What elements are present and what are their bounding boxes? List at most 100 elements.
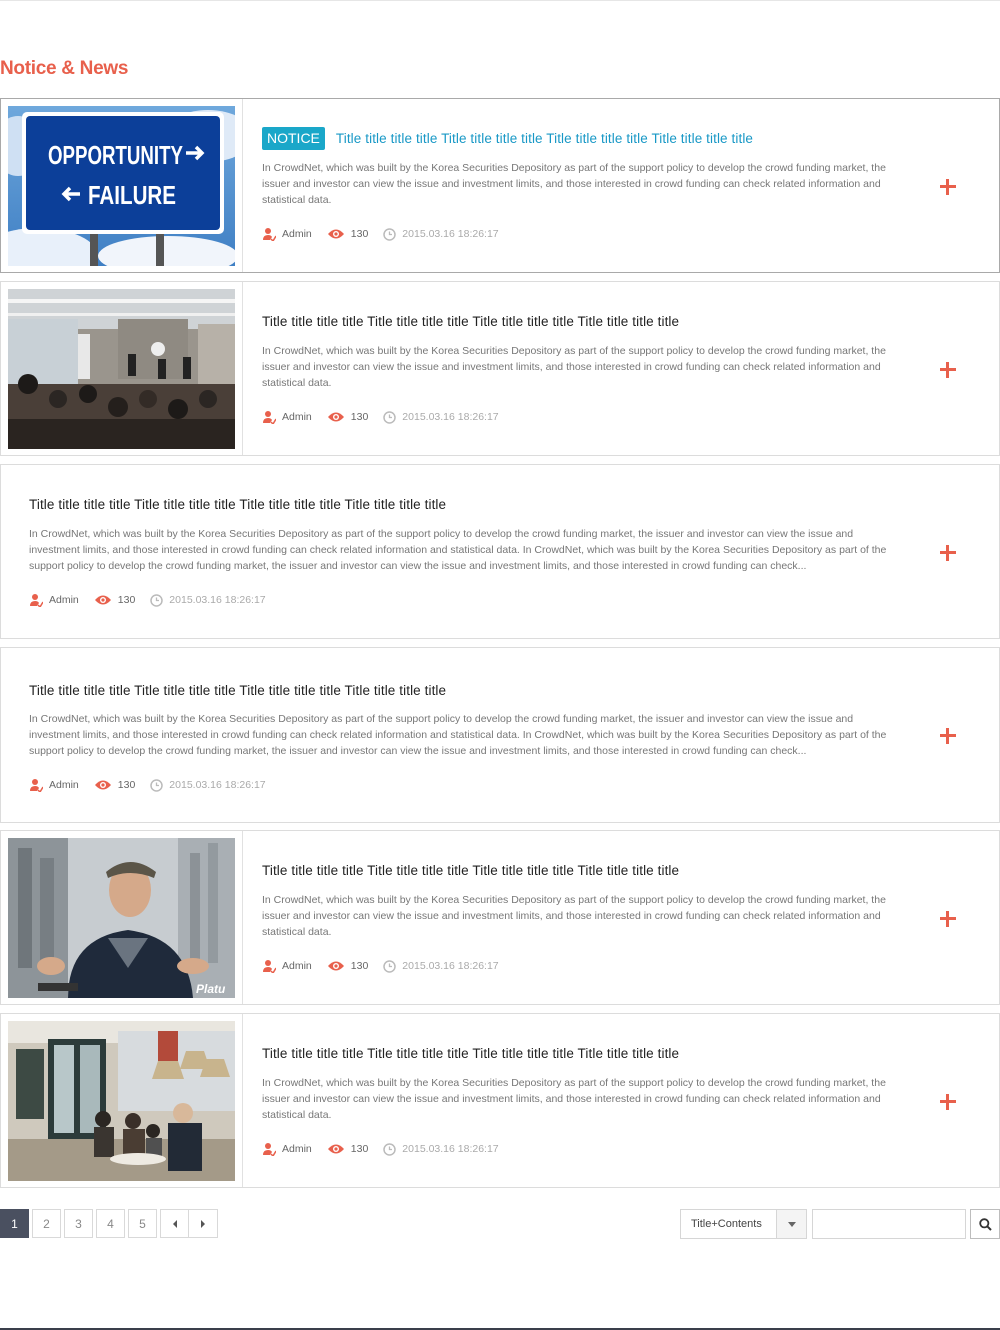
user-icon [30, 594, 43, 607]
post-author: Admin [282, 411, 312, 423]
cafe-meeting-image [8, 1021, 235, 1181]
post-title-row[interactable]: Title title title title Title title titl… [262, 1041, 679, 1065]
post-card[interactable]: Title title title title Title title titl… [0, 647, 1000, 823]
post-title[interactable]: Title title title title Title title titl… [29, 683, 446, 698]
post-description: In CrowdNet, which was built by the Kore… [262, 162, 886, 206]
post-title[interactable]: Title title title title Title title titl… [262, 314, 679, 329]
post-description: In CrowdNet, which was built by the Kore… [262, 345, 886, 389]
chevron-down-icon[interactable] [776, 1210, 806, 1238]
conference-image [8, 289, 235, 449]
post-title-row[interactable]: Title title title title Title title titl… [262, 858, 679, 882]
pagination: 1 2 3 4 5 [0, 1209, 218, 1238]
post-description: In CrowdNet, which was built by the Kore… [262, 1077, 886, 1121]
road-sign-text-bottom: FAILURE [88, 180, 176, 210]
top-divider [0, 0, 1000, 1]
interview-image: Platu [8, 838, 235, 998]
plus-icon[interactable] [940, 179, 956, 195]
page-button-5[interactable]: 5 [128, 1209, 157, 1238]
post-views: 130 [350, 228, 369, 240]
user-icon [263, 960, 276, 973]
post-meta: Admin 130 2015.03.16 18:26:17 [262, 959, 514, 973]
user-icon [263, 1143, 276, 1156]
plus-icon[interactable] [940, 545, 956, 561]
thumbnail-divider [242, 282, 243, 455]
post-author: Admin [282, 228, 312, 240]
post-title[interactable]: Title title title title Title title titl… [29, 497, 446, 512]
next-page-button[interactable] [189, 1209, 218, 1238]
post-meta: Admin 130 2015.03.16 18:26:17 [262, 1142, 514, 1156]
post-title[interactable]: Title title title title Title title titl… [336, 131, 753, 146]
user-icon [30, 779, 43, 792]
post-author: Admin [49, 779, 79, 791]
search-filter-select[interactable]: Title+Contents [680, 1209, 807, 1239]
plus-icon[interactable] [940, 362, 956, 378]
prev-page-button[interactable] [160, 1209, 189, 1238]
clock-icon [150, 593, 164, 607]
plus-icon[interactable] [940, 911, 956, 927]
page-button-4[interactable]: 4 [96, 1209, 125, 1238]
post-title-row[interactable]: Title title title title Title title titl… [29, 678, 446, 702]
post-title-row[interactable]: Title title title title Title title titl… [29, 492, 446, 516]
clock-icon [383, 959, 397, 973]
plus-icon[interactable] [940, 1094, 956, 1110]
post-title-row[interactable]: Title title title title Title title titl… [262, 309, 679, 333]
page-button-3[interactable]: 3 [64, 1209, 93, 1238]
post-views: 130 [117, 779, 136, 791]
post-card[interactable]: Platu Title title title title Title titl… [0, 830, 1000, 1005]
search-filter-value: Title+Contents [691, 1218, 762, 1230]
post-description: In CrowdNet, which was built by the Kore… [29, 713, 887, 757]
thumbnail-divider [242, 831, 243, 1004]
post-meta: Admin 130 2015.03.16 18:26:17 [29, 593, 281, 607]
post-card[interactable]: Title title title title Title title titl… [0, 281, 1000, 456]
post-views: 130 [350, 960, 369, 972]
post-title[interactable]: Title title title title Title title titl… [262, 863, 679, 878]
clock-icon [383, 227, 397, 241]
post-meta: Admin 130 2015.03.16 18:26:17 [29, 778, 281, 792]
post-description: In CrowdNet, which was built by the Kore… [29, 528, 887, 572]
post-author: Admin [49, 594, 79, 606]
road-sign-text-top: OPPORTUNITY [48, 140, 183, 170]
notice-badge: NOTICE [262, 126, 325, 150]
user-icon [263, 228, 276, 241]
search-input[interactable] [812, 1209, 966, 1239]
post-description: In CrowdNet, which was built by the Kore… [262, 894, 886, 938]
post-date: 2015.03.16 18:26:17 [169, 779, 266, 791]
post-card[interactable]: Title title title title Title title titl… [0, 464, 1000, 639]
eye-icon [94, 780, 111, 790]
post-thumbnail[interactable] [8, 1021, 235, 1181]
post-date: 2015.03.16 18:26:17 [402, 1143, 499, 1155]
eye-icon [327, 412, 344, 422]
post-author: Admin [282, 1143, 312, 1155]
post-thumbnail[interactable] [8, 289, 235, 449]
eye-icon [327, 1144, 344, 1154]
user-icon [263, 411, 276, 424]
search-button[interactable] [970, 1209, 1000, 1239]
caret-left-icon [172, 1219, 177, 1228]
clock-icon [150, 778, 164, 792]
post-author: Admin [282, 960, 312, 972]
road-sign-image: OPPORTUNITY FAILURE [8, 106, 235, 266]
post-thumbnail[interactable]: Platu [8, 838, 235, 998]
thumbnail-divider [242, 99, 243, 272]
caret-right-icon [201, 1219, 205, 1228]
post-date: 2015.03.16 18:26:17 [402, 228, 499, 240]
clock-icon [383, 1142, 397, 1156]
post-card[interactable]: OPPORTUNITY FAILURE NOTICE Title title t… [0, 98, 1000, 273]
post-thumbnail[interactable]: OPPORTUNITY FAILURE [8, 106, 235, 266]
eye-icon [327, 961, 344, 971]
eye-icon [94, 595, 111, 605]
page-button-1[interactable]: 1 [0, 1209, 29, 1238]
page-button-2[interactable]: 2 [32, 1209, 61, 1238]
post-date: 2015.03.16 18:26:17 [402, 960, 499, 972]
clock-icon [383, 410, 397, 424]
post-views: 130 [117, 594, 136, 606]
post-card[interactable]: Title title title title Title title titl… [0, 1013, 1000, 1188]
plus-icon[interactable] [940, 728, 956, 744]
post-views: 130 [350, 411, 369, 423]
thumbnail-divider [242, 1014, 243, 1187]
post-title[interactable]: Title title title title Title title titl… [262, 1046, 679, 1061]
post-views: 130 [350, 1143, 369, 1155]
post-meta: Admin 130 2015.03.16 18:26:17 [262, 227, 514, 241]
watermark-text: Platu [196, 982, 226, 996]
post-title-row[interactable]: NOTICE Title title title title Title tit… [262, 126, 753, 150]
